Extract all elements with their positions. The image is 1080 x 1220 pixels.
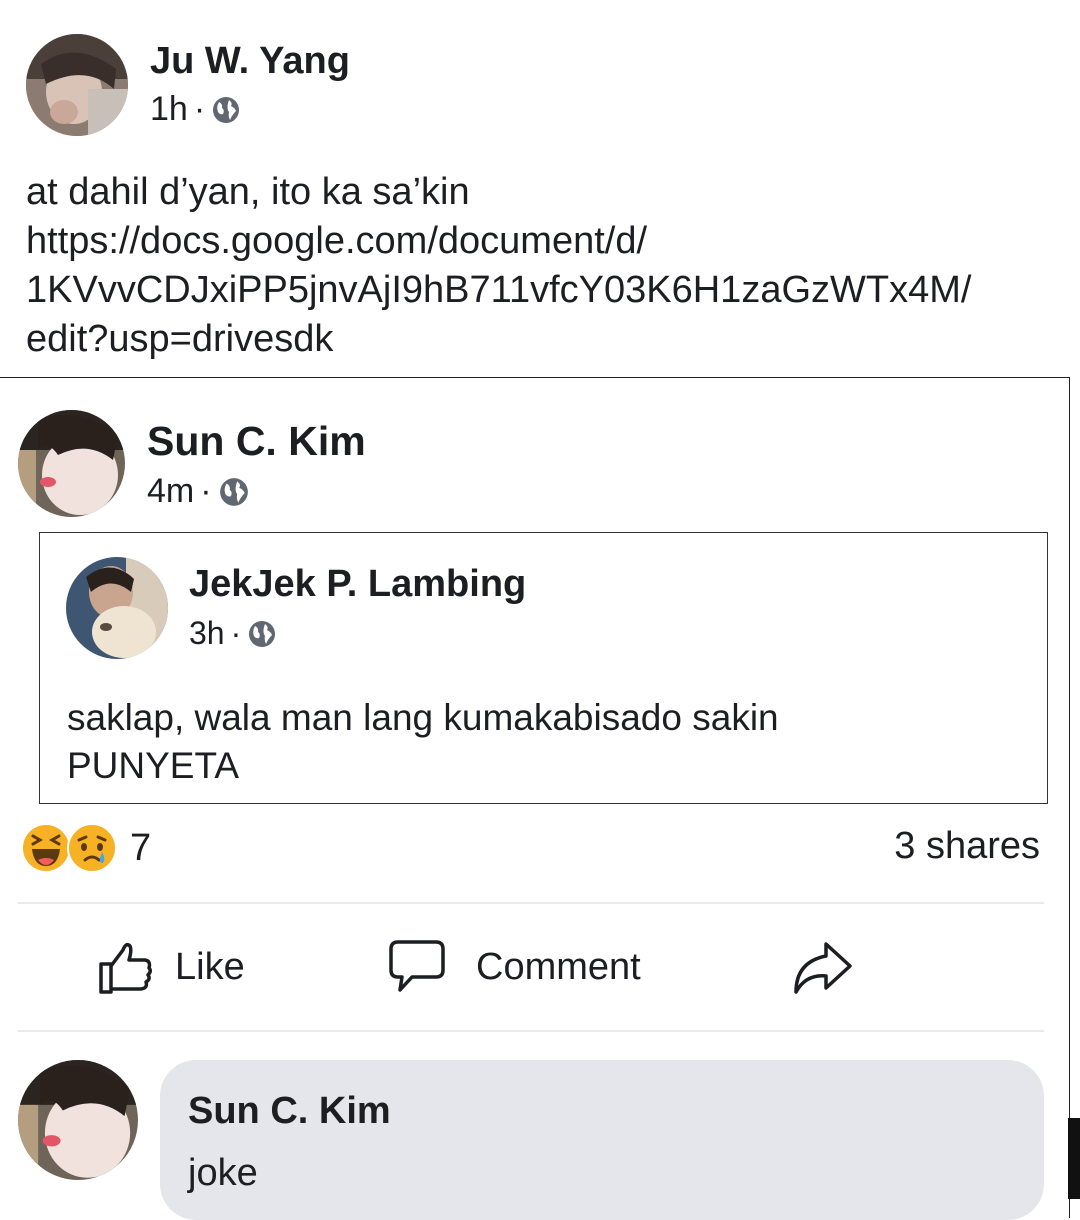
quoted-author-avatar[interactable] bbox=[66, 557, 168, 659]
globe-icon bbox=[213, 96, 240, 123]
like-button[interactable]: Like bbox=[97, 938, 245, 996]
commenter-name[interactable]: Sun C. Kim bbox=[188, 1090, 391, 1133]
separator-dot: · bbox=[200, 472, 212, 510]
separator-dot: · bbox=[193, 90, 206, 128]
post-time[interactable]: 1h bbox=[150, 90, 188, 129]
sharer-name[interactable]: Sun C. Kim bbox=[147, 418, 366, 465]
author-avatar[interactable] bbox=[26, 34, 128, 136]
divider bbox=[18, 902, 1044, 904]
author-name[interactable]: Ju W. Yang bbox=[150, 40, 350, 83]
commenter-avatar[interactable] bbox=[18, 1060, 138, 1180]
avatar-photo bbox=[26, 34, 128, 136]
post-link-line[interactable]: https://docs.google.com/document/d/ bbox=[26, 217, 971, 266]
avatar-photo bbox=[66, 557, 168, 659]
quoted-text-line: saklap, wala man lang kumakabisado sakin bbox=[67, 697, 779, 738]
comment-label: Comment bbox=[476, 945, 641, 988]
post-link-line[interactable]: 1KVvvCDJxiPP5jnvAjI9hB711vfcY03K6H1zaGzW… bbox=[26, 266, 971, 315]
sharer-avatar[interactable] bbox=[18, 410, 125, 517]
quoted-post-text: saklap, wala man lang kumakabisado sakin… bbox=[67, 694, 779, 790]
shared-post-time[interactable]: 4m bbox=[147, 472, 194, 511]
quoted-post-time[interactable]: 3h bbox=[189, 615, 225, 652]
divider bbox=[18, 1030, 1044, 1032]
share-arrow-icon bbox=[794, 942, 852, 994]
edge-shadow bbox=[1068, 1118, 1080, 1199]
reactions-summary[interactable]: 7 bbox=[20, 822, 151, 874]
comment-bubble[interactable] bbox=[160, 1060, 1044, 1220]
thumbs-up-icon bbox=[99, 942, 153, 994]
like-label: Like bbox=[175, 945, 245, 988]
haha-emoji-icon bbox=[21, 823, 71, 873]
comment-text: joke bbox=[188, 1152, 258, 1194]
comment-bubble-icon bbox=[389, 940, 445, 992]
avatar-photo bbox=[18, 1060, 138, 1180]
avatar-photo bbox=[18, 410, 125, 517]
quoted-author-name[interactable]: JekJek P. Lambing bbox=[189, 563, 526, 606]
post-text-line: at dahil d’yan, ito ka sa’kin bbox=[26, 171, 470, 213]
post-meta: 1h · bbox=[150, 90, 241, 129]
shared-post-meta: 4m · bbox=[147, 472, 250, 511]
post-link-line[interactable]: edit?usp=drivesdk bbox=[26, 315, 971, 364]
shares-count[interactable]: 3 shares bbox=[894, 825, 1040, 868]
post-text: at dahil d’yan, ito ka sa’kin https://do… bbox=[26, 168, 971, 364]
quoted-post-meta: 3h · bbox=[189, 615, 277, 652]
sad-emoji-icon bbox=[67, 823, 117, 873]
quoted-text-line: PUNYETA bbox=[67, 745, 240, 786]
globe-icon bbox=[249, 620, 276, 647]
reaction-count[interactable]: 7 bbox=[130, 827, 151, 870]
globe-icon bbox=[219, 477, 248, 506]
comment-button[interactable]: Comment bbox=[388, 938, 641, 996]
share-button[interactable] bbox=[792, 938, 854, 996]
separator-dot: · bbox=[230, 615, 242, 651]
